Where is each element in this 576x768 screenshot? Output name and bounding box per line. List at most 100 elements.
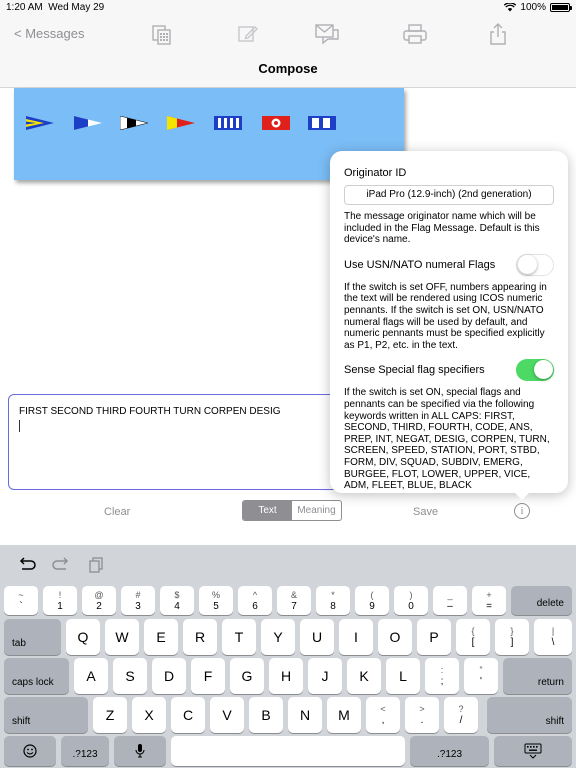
popover-arrow: [514, 492, 530, 500]
print-icon[interactable]: [402, 22, 427, 46]
key-e[interactable]: E: [144, 619, 178, 655]
tab-key[interactable]: tab: [4, 619, 61, 655]
battery-percent: 100%: [520, 2, 546, 13]
key-comma[interactable]: <,: [366, 697, 400, 733]
key-h[interactable]: H: [269, 658, 303, 694]
nav-bar: < Messages Compose: [0, 16, 576, 88]
envelope-icon[interactable]: [314, 22, 339, 46]
key-open-bracket[interactable]: {[: [456, 619, 490, 655]
key-7[interactable]: & 7: [277, 586, 311, 615]
back-button[interactable]: < Messages: [14, 26, 84, 41]
key-quote[interactable]: ” ': [464, 658, 498, 694]
microphone-icon[interactable]: [114, 736, 166, 766]
key-k[interactable]: K: [347, 658, 381, 694]
key-n[interactable]: N: [288, 697, 322, 733]
emoji-icon[interactable]: [4, 736, 56, 766]
key-b[interactable]: B: [249, 697, 283, 733]
fourth-substitute-pennant-icon: [167, 116, 195, 130]
page-title: Compose: [258, 61, 318, 76]
text-cursor: [19, 420, 20, 432]
key-r[interactable]: R: [183, 619, 217, 655]
second-substitute-pennant-icon: [74, 116, 102, 130]
third-substitute-pennant-icon: [120, 116, 148, 130]
originator-id-label: Originator ID: [344, 167, 407, 179]
usn-nato-switch[interactable]: [516, 253, 554, 276]
flag-grid-icon[interactable]: [150, 22, 174, 46]
redo-icon[interactable]: [52, 555, 72, 575]
segment-text[interactable]: Text: [243, 501, 292, 520]
key-d[interactable]: D: [152, 658, 186, 694]
key-z[interactable]: Z: [93, 697, 127, 733]
key-5[interactable]: % 5: [199, 586, 233, 615]
message-text-area[interactable]: FIRST SECOND THIRD FOURTH TURN CORPEN DE…: [8, 394, 348, 490]
special-flag-switch[interactable]: [516, 359, 554, 382]
key-backslash[interactable]: | \: [534, 619, 572, 655]
desig-flag-icon: [308, 116, 336, 130]
key-a[interactable]: A: [74, 658, 108, 694]
key-m[interactable]: M: [327, 697, 361, 733]
numbers-key-left[interactable]: .?123: [61, 736, 109, 766]
key-4[interactable]: $4: [160, 586, 194, 615]
shift-key-left[interactable]: shift: [4, 697, 88, 733]
key-backtick[interactable]: ~ `: [4, 586, 38, 615]
key-o[interactable]: O: [378, 619, 412, 655]
special-flag-row: Sense Special flag specifiers: [344, 359, 554, 382]
status-date: Wed May 29: [48, 2, 105, 13]
key-i[interactable]: I: [339, 619, 373, 655]
text-meaning-segmented-control: Text Meaning: [242, 500, 342, 521]
clipboard-icon[interactable]: [86, 555, 106, 575]
key-9[interactable]: (9: [355, 586, 389, 615]
shift-key-right[interactable]: shift: [487, 697, 572, 733]
save-button[interactable]: Save: [413, 506, 438, 518]
share-icon[interactable]: [486, 22, 510, 46]
key-2[interactable]: @2: [82, 586, 116, 615]
key-q[interactable]: Q: [66, 619, 100, 655]
originator-id-description: The message originator name which will b…: [344, 211, 540, 246]
corpen-flag-icon: [262, 116, 290, 130]
originator-id-field[interactable]: iPad Pro (12.9-inch) (2nd generation): [344, 185, 554, 205]
key-g[interactable]: G: [230, 658, 264, 694]
key-0[interactable]: ) 0: [394, 586, 428, 615]
key-v[interactable]: V: [210, 697, 244, 733]
status-indicators: 100%: [504, 2, 572, 13]
status-time-date: 1:20 AM Wed May 29: [6, 2, 104, 13]
clear-button[interactable]: Clear: [104, 506, 130, 518]
edit-icon[interactable]: [236, 22, 260, 46]
info-icon[interactable]: i: [514, 503, 530, 519]
key-semicolon[interactable]: :;: [425, 658, 459, 694]
keyboard-dismiss-icon[interactable]: [494, 736, 572, 766]
first-substitute-pennant-icon: [26, 116, 54, 130]
keyboard: ~ ` ! 1 @2 #3 $4 % 5 ^ 6 & 7 * 8 (9 ) 0 _ – + = d…: [0, 545, 576, 768]
key-minus[interactable]: _ –: [433, 586, 467, 615]
wifi-icon: [504, 3, 517, 12]
key-s[interactable]: S: [113, 658, 147, 694]
key-period[interactable]: >.: [405, 697, 439, 733]
message-text: FIRST SECOND THIRD FOURTH TURN CORPEN DE…: [19, 406, 281, 417]
key-j[interactable]: J: [308, 658, 342, 694]
key-y[interactable]: Y: [261, 619, 295, 655]
key-l[interactable]: L: [386, 658, 420, 694]
key-8[interactable]: * 8: [316, 586, 350, 615]
undo-icon[interactable]: [16, 555, 36, 575]
key-t[interactable]: T: [222, 619, 256, 655]
caps-lock-key[interactable]: caps lock: [4, 658, 69, 694]
special-flag-description: If the switch is set ON, special flags a…: [344, 387, 550, 492]
key-u[interactable]: U: [300, 619, 334, 655]
key-close-bracket[interactable]: }]: [495, 619, 529, 655]
key-3[interactable]: #3: [121, 586, 155, 615]
return-key[interactable]: return: [503, 658, 572, 694]
numbers-key-right[interactable]: .?123: [410, 736, 489, 766]
battery-icon: [550, 3, 572, 12]
key-f[interactable]: F: [191, 658, 225, 694]
key-w[interactable]: W: [105, 619, 139, 655]
space-bar[interactable]: [171, 736, 405, 766]
key-6[interactable]: ^ 6: [238, 586, 272, 615]
key-1[interactable]: ! 1: [43, 586, 77, 615]
segment-meaning[interactable]: Meaning: [292, 501, 341, 520]
key-equals[interactable]: + =: [472, 586, 506, 615]
key-p[interactable]: P: [417, 619, 451, 655]
delete-key[interactable]: delete: [511, 586, 572, 615]
key-x[interactable]: X: [132, 697, 166, 733]
key-c[interactable]: C: [171, 697, 205, 733]
key-slash[interactable]: ? /: [444, 697, 478, 733]
